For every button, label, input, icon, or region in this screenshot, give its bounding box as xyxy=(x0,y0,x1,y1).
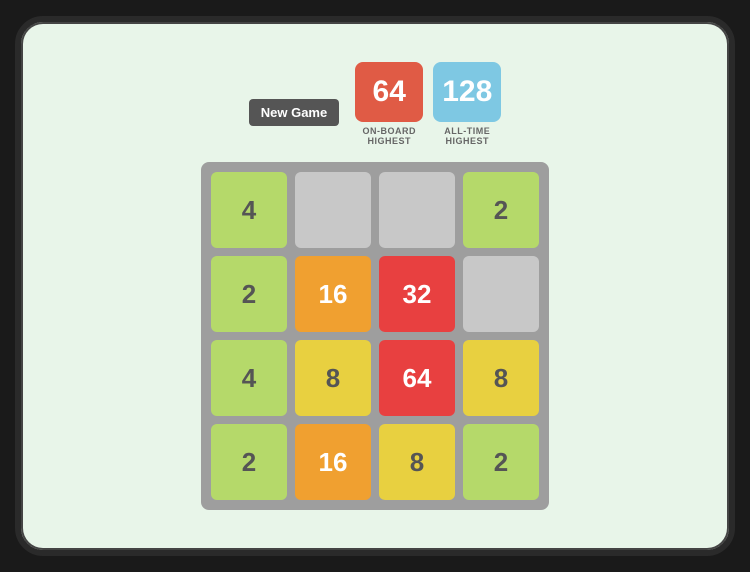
tile-r2-c3: 8 xyxy=(463,340,539,416)
tile-r3-c0: 2 xyxy=(211,424,287,500)
tile-r2-c0: 4 xyxy=(211,340,287,416)
all-time-score-value: 128 xyxy=(433,62,501,122)
score-group: 64 ON-BOARDHIGHEST 128 ALL-TIMEHIGHEST xyxy=(355,62,501,146)
tile-r0-c1 xyxy=(295,172,371,248)
header: New Game 64 ON-BOARDHIGHEST 128 ALL-TIME… xyxy=(249,62,501,146)
all-time-score-label: ALL-TIMEHIGHEST xyxy=(444,126,490,146)
tile-r2-c1: 8 xyxy=(295,340,371,416)
tile-r3-c3: 2 xyxy=(463,424,539,500)
tile-r3-c2: 8 xyxy=(379,424,455,500)
tile-r1-c2: 32 xyxy=(379,256,455,332)
game-container: New Game 64 ON-BOARDHIGHEST 128 ALL-TIME… xyxy=(201,62,549,510)
on-board-score-box: 64 ON-BOARDHIGHEST xyxy=(355,62,423,146)
on-board-score-value: 64 xyxy=(355,62,423,122)
tile-r0-c0: 4 xyxy=(211,172,287,248)
tile-r1-c3 xyxy=(463,256,539,332)
tile-r1-c1: 16 xyxy=(295,256,371,332)
new-game-button[interactable]: New Game xyxy=(249,99,339,126)
tile-r0-c3: 2 xyxy=(463,172,539,248)
game-grid: 42216324864821682 xyxy=(201,162,549,510)
all-time-score-box: 128 ALL-TIMEHIGHEST xyxy=(433,62,501,146)
tile-r0-c2 xyxy=(379,172,455,248)
tile-r2-c2: 64 xyxy=(379,340,455,416)
tile-r3-c1: 16 xyxy=(295,424,371,500)
device-frame: New Game 64 ON-BOARDHIGHEST 128 ALL-TIME… xyxy=(15,16,735,556)
on-board-score-label: ON-BOARDHIGHEST xyxy=(362,126,416,146)
tile-r1-c0: 2 xyxy=(211,256,287,332)
